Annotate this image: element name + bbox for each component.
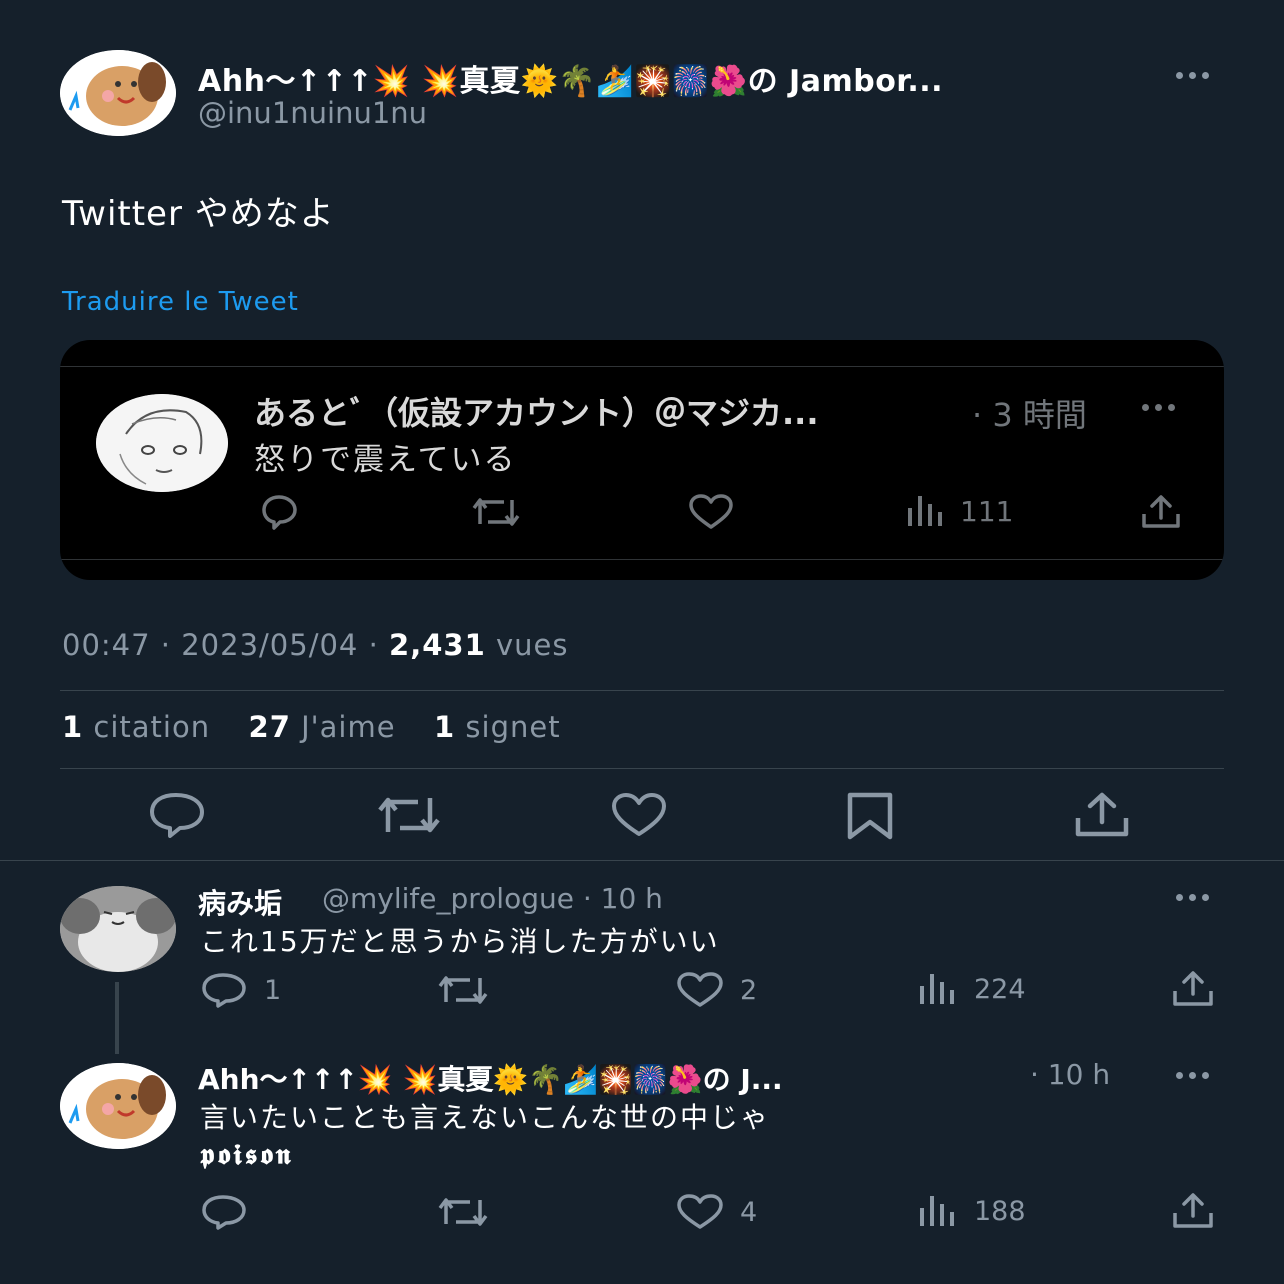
- tweet-text: Twitter やめなよ: [62, 194, 335, 234]
- reply-button[interactable]: [148, 792, 206, 838]
- more-icon[interactable]: [1142, 404, 1175, 411]
- reply-share-button[interactable]: [1170, 970, 1216, 1008]
- like-icon: [689, 494, 733, 529]
- translate-tweet-link[interactable]: Traduire le Tweet: [62, 287, 299, 317]
- views-icon: [920, 974, 954, 1004]
- quoted-tweet-card[interactable]: [60, 340, 1224, 580]
- separator: ·: [368, 628, 390, 662]
- reply-retweet-button[interactable]: [436, 972, 506, 1008]
- quoted-author-avatar[interactable]: [96, 394, 228, 492]
- reply-icon: [202, 973, 246, 1008]
- reply-retweet-button[interactable]: [436, 1194, 506, 1230]
- author-handle[interactable]: @inu1nuinu1nu: [198, 96, 427, 130]
- share-icon: [1173, 1193, 1213, 1228]
- quote-top-rule: [60, 366, 1224, 367]
- section-divider: [0, 860, 1284, 861]
- reply-text: これ15万だと思うから消した方がいい: [200, 925, 720, 958]
- reply-share-button[interactable]: [1170, 1192, 1216, 1230]
- quoted-author-name[interactable]: あるとﾞ（仮設アカウント）＠マジカ...: [254, 388, 818, 434]
- retweet-icon: [438, 1198, 488, 1226]
- share-icon: [1075, 792, 1129, 837]
- reply-views-button[interactable]: 188: [918, 1194, 1026, 1228]
- share-button[interactable]: [1074, 792, 1130, 838]
- views-count: 188: [974, 1195, 1026, 1227]
- like-button[interactable]: [610, 792, 668, 838]
- divider: [60, 768, 1224, 769]
- reply-text: 言いたいことも言えないこんな世の中じゃ: [200, 1101, 771, 1134]
- reply-icon: [202, 1195, 246, 1230]
- reply-like-button[interactable]: 4: [676, 1194, 757, 1230]
- quote-views-count: 111: [960, 494, 1014, 528]
- reply-views-button[interactable]: 224: [918, 972, 1026, 1006]
- like-count: 4: [740, 1196, 758, 1228]
- divider: [60, 690, 1224, 691]
- share-icon: [1173, 971, 1213, 1006]
- views-icon: [920, 1196, 954, 1226]
- like-icon: [612, 793, 666, 836]
- quote-share-button[interactable]: [1138, 494, 1184, 530]
- reply-icon: [150, 793, 204, 838]
- reply-icon: [262, 495, 297, 530]
- author-display-name[interactable]: Ahh〜↑↑↑💥 💥真夏🌞🌴🏄🎇🎆🌺の Jambor...: [198, 56, 943, 100]
- quote-like-button[interactable]: [688, 494, 734, 530]
- more-icon[interactable]: [1176, 1072, 1209, 1079]
- bookmark-button[interactable]: [846, 792, 894, 840]
- engagement-stats: 1 citation 27 J'aime 1 signet: [62, 710, 561, 744]
- views-count: 224: [974, 973, 1026, 1005]
- reply-meta[interactable]: @mylife_prologue · 10 h: [322, 882, 663, 915]
- author-avatar[interactable]: [60, 50, 176, 136]
- tweet-timestamp: 00:47 · 2023/05/04 · 2,431 vues: [62, 628, 569, 662]
- reply-like-button[interactable]: 2: [676, 972, 757, 1008]
- quoted-tweet-time: · 3 時間: [972, 396, 1087, 434]
- tweet-date[interactable]: 2023/05/04: [181, 628, 358, 662]
- like-icon: [677, 972, 723, 1007]
- quoted-tweet-text: 怒りで震えている: [254, 442, 517, 478]
- views-icon: [908, 496, 942, 526]
- like-count: 2: [740, 974, 758, 1006]
- quote-reply-button[interactable]: [256, 494, 302, 530]
- quotes-stat[interactable]: 1 citation: [62, 710, 210, 744]
- quote-bottom-rule: [60, 559, 1224, 560]
- reply-author-name[interactable]: Ahh〜↑↑↑💥 💥真夏🌞🌴🏄🎇🎆🌺の J...: [198, 1058, 783, 1098]
- retweet-button[interactable]: [376, 792, 442, 838]
- likes-stat[interactable]: 27 J'aime: [249, 710, 396, 744]
- more-icon[interactable]: [1176, 894, 1209, 901]
- bookmarks-stat[interactable]: 1 signet: [434, 710, 561, 744]
- quote-retweet-button[interactable]: [470, 494, 522, 530]
- retweet-icon: [378, 797, 440, 833]
- reply-count: 1: [264, 974, 282, 1006]
- quote-views-button[interactable]: 111: [906, 494, 1013, 528]
- thread-connector: [115, 982, 119, 1054]
- views-label: vues: [496, 628, 569, 662]
- more-icon[interactable]: [1176, 72, 1209, 79]
- retweet-icon: [472, 498, 520, 526]
- reply-reply-button[interactable]: [200, 1194, 264, 1230]
- like-icon: [677, 1194, 723, 1229]
- retweet-icon: [438, 976, 488, 1004]
- reply-author-name[interactable]: 病み垢: [198, 882, 282, 922]
- separator: ·: [160, 628, 182, 662]
- views-count: 2,431: [389, 628, 486, 662]
- reply-author-avatar[interactable]: [60, 1063, 176, 1149]
- reply-meta[interactable]: · 10 h: [1030, 1058, 1110, 1091]
- reply-text-line2: 𝖕𝖔𝖎𝖘𝖔𝖓: [200, 1138, 294, 1171]
- reply-author-avatar[interactable]: [60, 886, 176, 972]
- share-icon: [1142, 495, 1180, 528]
- bookmark-icon: [847, 792, 893, 840]
- tweet-time[interactable]: 00:47: [62, 628, 151, 662]
- reply-reply-button[interactable]: 1: [200, 972, 281, 1008]
